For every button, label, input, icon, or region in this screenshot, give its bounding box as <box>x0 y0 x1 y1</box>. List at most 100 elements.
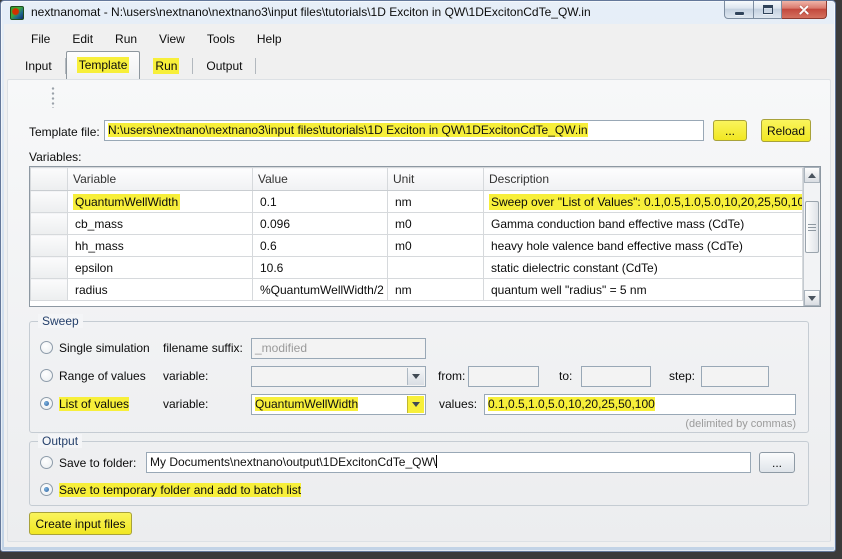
arrow-up-icon <box>808 173 816 178</box>
step-input[interactable] <box>701 366 769 387</box>
menu-tools[interactable]: Tools <box>196 28 246 50</box>
column-header-description[interactable]: Description <box>484 168 803 191</box>
variables-table-body: QuantumWellWidth 0.1 nm Sweep over "List… <box>31 191 803 301</box>
app-icon <box>10 6 24 20</box>
row-selector-header[interactable] <box>31 168 68 191</box>
minimize-button[interactable] <box>724 1 754 19</box>
value-cell[interactable]: %QuantumWellWidth/2 <box>253 279 388 301</box>
tab-output[interactable]: Output <box>193 54 255 79</box>
list-variable-dropdown[interactable]: QuantumWellWidth <box>251 394 426 415</box>
row-selector-cell[interactable] <box>31 257 68 279</box>
value-cell[interactable]: 10.6 <box>253 257 388 279</box>
range-of-values-label: Range of values <box>59 369 146 383</box>
table-row[interactable]: QuantumWellWidth 0.1 nm Sweep over "List… <box>31 191 803 213</box>
tab-input-label: Input <box>25 59 52 73</box>
description-cell[interactable]: Sweep over "List of Values": 0.1,0.5,1.0… <box>484 191 803 213</box>
dropdown-button[interactable] <box>407 396 424 413</box>
range-of-values-radio[interactable] <box>40 369 53 382</box>
sweep-legend: Sweep <box>38 314 83 328</box>
unit-cell[interactable]: m0 <box>388 213 484 235</box>
delimited-hint: (delimited by commas) <box>601 418 796 430</box>
scroll-down-button[interactable] <box>804 290 820 306</box>
range-variable-label: variable: <box>163 369 208 383</box>
variables-label: Variables: <box>29 150 81 164</box>
list-variable-value: QuantumWellWidth <box>255 397 358 411</box>
dropdown-button[interactable] <box>407 368 424 385</box>
chevron-down-icon <box>412 402 420 407</box>
browse-template-label: ... <box>725 124 735 138</box>
table-row[interactable]: cb_mass 0.096 m0 Gamma conduction band e… <box>31 213 803 235</box>
table-row[interactable]: radius %QuantumWellWidth/2 nm quantum we… <box>31 279 803 301</box>
create-input-files-button[interactable]: Create input files <box>29 512 132 535</box>
reload-label: Reload <box>767 124 805 138</box>
list-of-values-label: List of values <box>59 397 129 411</box>
values-input[interactable]: 0.1,0.5,1.0,5.0,10,20,25,50,100 <box>484 394 796 415</box>
description-cell[interactable]: static dielectric constant (CdTe) <box>484 257 803 279</box>
filename-suffix-input[interactable]: _modified <box>251 338 426 359</box>
menu-file[interactable]: File <box>20 28 61 50</box>
template-file-label: Template file: <box>29 125 100 139</box>
value-cell[interactable]: 0.6 <box>253 235 388 257</box>
unit-cell[interactable]: nm <box>388 191 484 213</box>
tab-input[interactable]: Input <box>12 54 65 79</box>
range-variable-dropdown[interactable] <box>251 366 426 387</box>
tab-run[interactable]: Run <box>140 54 192 79</box>
from-input[interactable] <box>468 366 539 387</box>
create-input-files-label: Create input files <box>35 517 125 531</box>
value-cell[interactable]: 0.1 <box>253 191 388 213</box>
scroll-up-button[interactable] <box>804 167 820 183</box>
column-header-value[interactable]: Value <box>253 168 388 191</box>
variable-cell[interactable]: hh_mass <box>68 235 253 257</box>
row-selector-cell[interactable] <box>31 279 68 301</box>
unit-cell[interactable]: nm <box>388 279 484 301</box>
row-selector-cell[interactable] <box>31 191 68 213</box>
description-cell[interactable]: heavy hole valence band effective mass (… <box>484 235 803 257</box>
from-label: from: <box>438 369 465 383</box>
unit-cell[interactable]: m0 <box>388 235 484 257</box>
menu-view[interactable]: View <box>148 28 196 50</box>
variable-cell[interactable]: epsilon <box>68 257 253 279</box>
scrollbar-thumb[interactable] <box>805 201 819 253</box>
output-folder-input[interactable]: My Documents\nextnano\output\1DExcitonCd… <box>146 452 751 473</box>
variable-cell[interactable]: QuantumWellWidth <box>68 191 253 213</box>
menu-run[interactable]: Run <box>104 28 148 50</box>
title-bar[interactable]: nextnanomat - N:\users\nextnano\nextnano… <box>1 1 835 24</box>
to-label: to: <box>559 369 572 383</box>
single-simulation-radio[interactable] <box>40 341 53 354</box>
to-input[interactable] <box>581 366 651 387</box>
maximize-button[interactable] <box>754 1 782 19</box>
description-cell[interactable]: Gamma conduction band effective mass (Cd… <box>484 213 803 235</box>
tab-run-label: Run <box>153 58 179 74</box>
menu-help[interactable]: Help <box>246 28 293 50</box>
scrollbar-track[interactable] <box>804 183 820 290</box>
panel-grip[interactable] <box>51 86 55 108</box>
tab-template-label: Template <box>77 57 130 73</box>
list-of-values-radio[interactable] <box>40 397 53 410</box>
output-folder-value: My Documents\nextnano\output\1DExcitonCd… <box>150 455 436 469</box>
row-selector-cell[interactable] <box>31 213 68 235</box>
output-legend: Output <box>38 434 82 448</box>
table-row[interactable]: hh_mass 0.6 m0 heavy hole valence band e… <box>31 235 803 257</box>
column-header-unit[interactable]: Unit <box>388 168 484 191</box>
browse-template-button[interactable]: ... <box>713 120 747 141</box>
template-file-input[interactable]: N:\users\nextnano\nextnano3\input files\… <box>104 120 704 141</box>
save-to-folder-radio[interactable] <box>40 456 53 469</box>
reload-button[interactable]: Reload <box>761 119 811 142</box>
tab-template[interactable]: Template <box>66 51 141 79</box>
description-cell[interactable]: quantum well "radius" = 5 nm <box>484 279 803 301</box>
unit-cell[interactable] <box>388 257 484 279</box>
table-row[interactable]: epsilon 10.6 static dielectric constant … <box>31 257 803 279</box>
variable-cell[interactable]: radius <box>68 279 253 301</box>
menu-bar: File Edit Run View Tools Help <box>4 26 834 51</box>
tab-separator <box>255 58 256 74</box>
save-to-temp-radio[interactable] <box>40 483 53 496</box>
table-scrollbar[interactable] <box>803 167 820 306</box>
browse-output-button[interactable]: ... <box>759 452 795 473</box>
close-button[interactable] <box>782 1 827 19</box>
menu-edit[interactable]: Edit <box>61 28 104 50</box>
value-cell[interactable]: 0.096 <box>253 213 388 235</box>
tab-strip: Input Template Run Output <box>4 51 834 79</box>
column-header-variable[interactable]: Variable <box>68 168 253 191</box>
row-selector-cell[interactable] <box>31 235 68 257</box>
variable-cell[interactable]: cb_mass <box>68 213 253 235</box>
